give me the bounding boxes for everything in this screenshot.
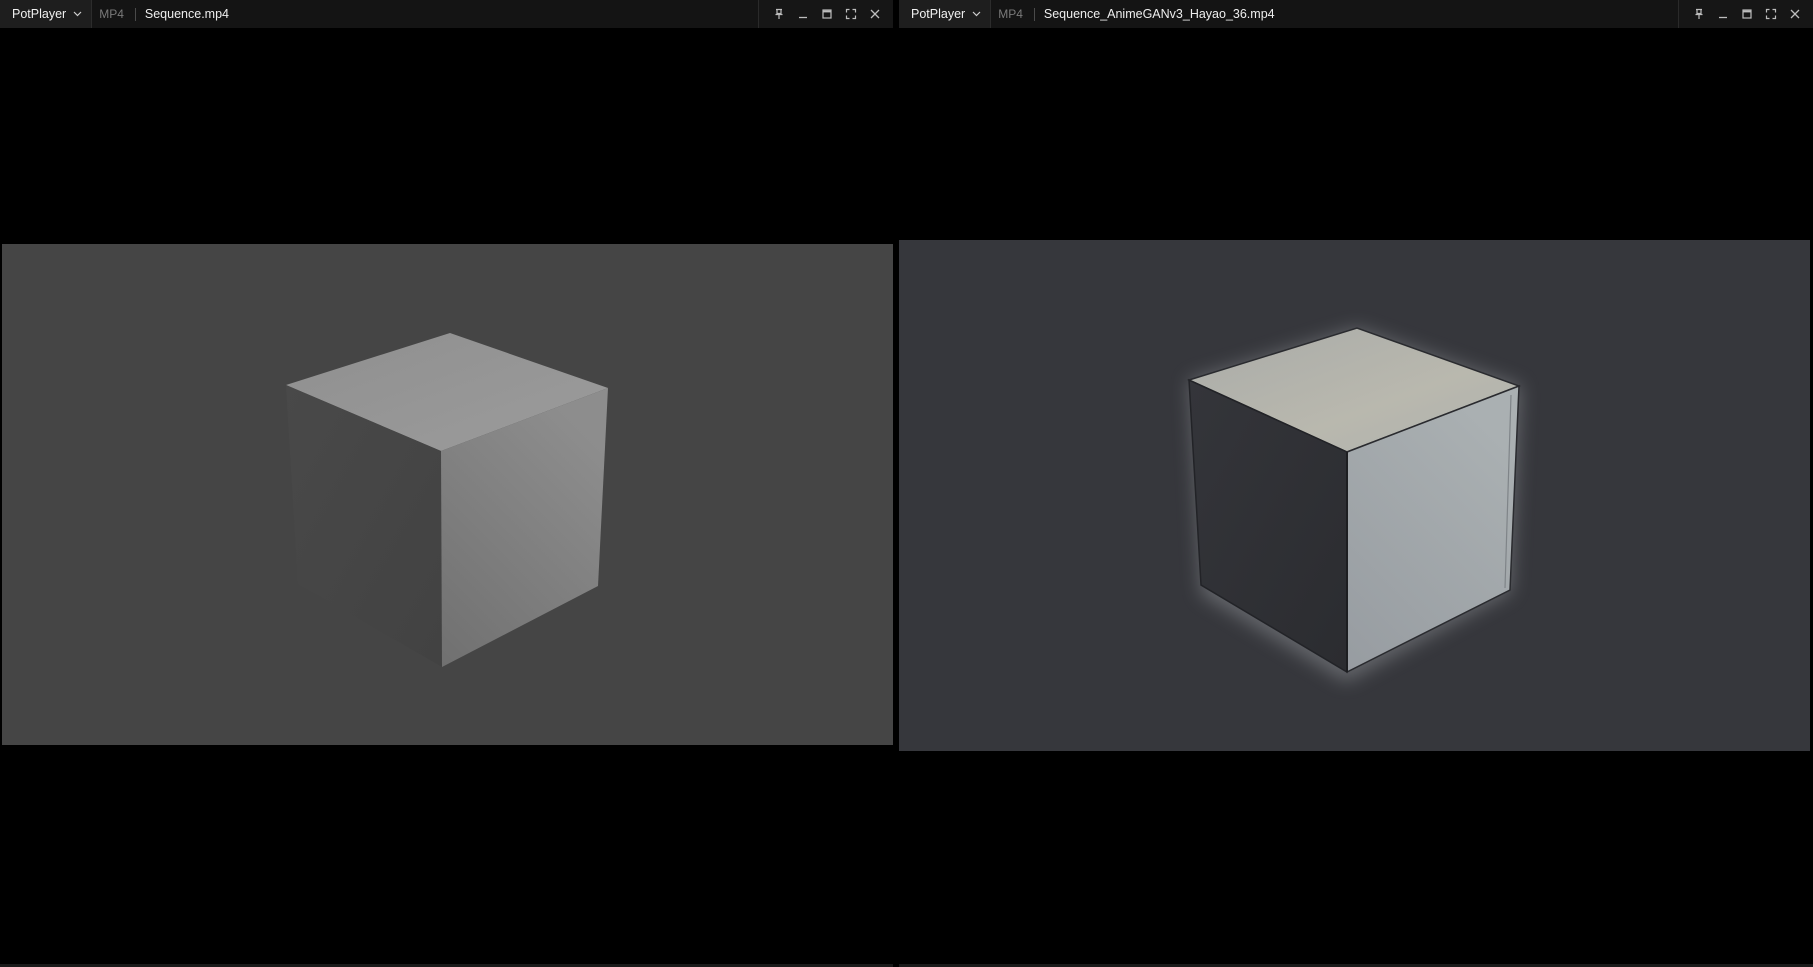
- player-window-left[interactable]: PotPlayer MP4 Sequence.mp4: [0, 0, 893, 967]
- app-menu-label: PotPlayer: [12, 7, 67, 21]
- fullscreen-icon[interactable]: [839, 0, 863, 28]
- app-menu-button[interactable]: PotPlayer: [899, 0, 992, 28]
- chevron-down-icon: [971, 9, 981, 19]
- format-tag: MP4: [99, 7, 124, 21]
- video-frame[interactable]: [2, 244, 893, 745]
- maximize-icon[interactable]: [1735, 0, 1759, 28]
- player-window-right[interactable]: PotPlayer MP4 Sequence_AnimeGANv3_Hayao_…: [899, 0, 1813, 967]
- title-separator: [134, 7, 136, 21]
- cube-render: [286, 333, 608, 667]
- close-icon[interactable]: [863, 0, 887, 28]
- title-bar[interactable]: PotPlayer MP4 Sequence.mp4: [0, 0, 893, 28]
- window-controls: [758, 0, 893, 28]
- minimize-icon[interactable]: [1711, 0, 1735, 28]
- cube-render: [1186, 327, 1522, 682]
- maximize-icon[interactable]: [815, 0, 839, 28]
- file-name: Sequence.mp4: [144, 7, 229, 21]
- video-frame[interactable]: [899, 240, 1810, 751]
- pin-icon[interactable]: [767, 0, 791, 28]
- fullscreen-icon[interactable]: [1759, 0, 1783, 28]
- window-controls: [1678, 0, 1813, 28]
- file-name: Sequence_AnimeGANv3_Hayao_36.mp4: [1043, 7, 1275, 21]
- format-tag: MP4: [998, 7, 1023, 21]
- title-bar[interactable]: PotPlayer MP4 Sequence_AnimeGANv3_Hayao_…: [899, 0, 1813, 28]
- minimize-icon[interactable]: [791, 0, 815, 28]
- chevron-down-icon: [72, 9, 82, 19]
- app-menu-button[interactable]: PotPlayer: [0, 0, 93, 28]
- pin-icon[interactable]: [1687, 0, 1711, 28]
- app-menu-label: PotPlayer: [911, 7, 966, 21]
- close-icon[interactable]: [1783, 0, 1807, 28]
- title-separator: [1033, 7, 1035, 21]
